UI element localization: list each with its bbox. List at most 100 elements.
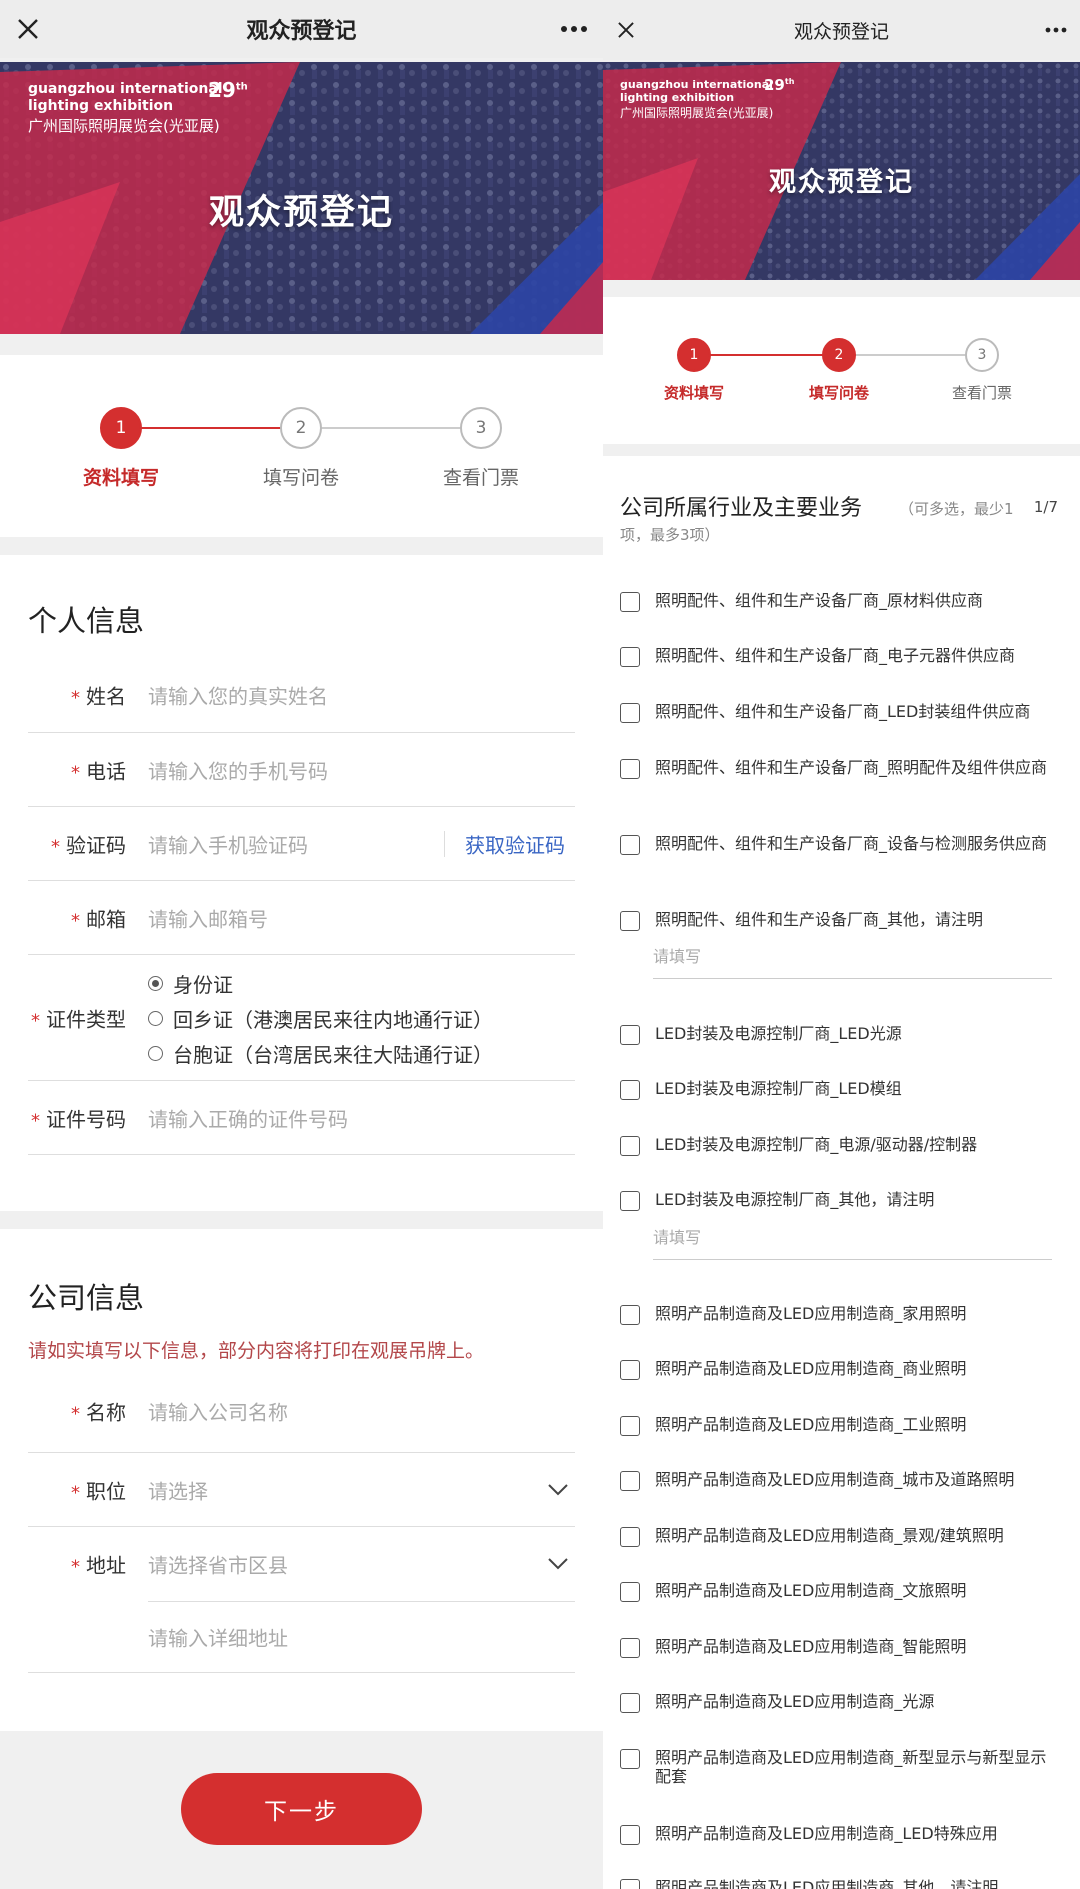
address-detail-input[interactable]: 请输入详细地址 — [148, 1623, 288, 1652]
section-title-personal: 个人信息 — [28, 604, 145, 638]
option-item[interactable]: 照明配件、组件和生产设备厂商_电子元器件供应商 — [620, 646, 1058, 667]
id-type-row: * 证件类型 身份证 回乡证（港澳居民来往内地通行证） 台胞证（台湾居民来往大陆通… — [28, 955, 575, 1081]
question-hint-cont: 项，最多3项） — [620, 526, 720, 544]
step-2: 2 填写问卷 — [809, 338, 869, 403]
option-item[interactable]: 照明配件、组件和生产设备厂商_其他，请注明 — [620, 910, 1058, 931]
id-option-idcard[interactable]: 身份证 — [148, 969, 233, 998]
checkbox-icon[interactable] — [620, 592, 640, 612]
option-item[interactable]: 照明产品制造商及LED应用制造商_景观/建筑照明 — [620, 1526, 1058, 1547]
left-screen: 观众预登记 guangzhou international lighting e… — [0, 0, 603, 1889]
option-item[interactable]: 照明配件、组件和生产设备厂商_LED封装组件供应商 — [620, 702, 1058, 723]
step-1: 1 资料填写 — [664, 338, 724, 403]
checkbox-icon[interactable] — [620, 1191, 640, 1211]
get-code-button[interactable]: 获取验证码 — [465, 829, 565, 858]
checkbox-icon[interactable] — [620, 911, 640, 931]
nav-bar: 观众预登记 — [603, 0, 1080, 60]
step-2: 2 填写问卷 — [263, 407, 339, 490]
code-input[interactable]: 请输入手机验证码 — [148, 829, 308, 858]
name-input[interactable]: 请输入您的真实姓名 — [148, 680, 328, 709]
edition-badge: 29th — [764, 76, 795, 94]
option-item[interactable]: 照明产品制造商及LED应用制造商_新型显示与新型显示配套 — [620, 1748, 1058, 1786]
email-input[interactable]: 请输入邮箱号 — [148, 903, 268, 932]
email-row[interactable]: * 邮箱 请输入邮箱号 — [28, 881, 575, 955]
option-item[interactable]: 照明产品制造商及LED应用制造商_家用照明 — [620, 1304, 1058, 1325]
radio-checked-icon — [148, 976, 163, 991]
checkbox-icon[interactable] — [620, 1025, 640, 1045]
checkbox-icon[interactable] — [620, 1638, 640, 1658]
checkbox-icon[interactable] — [620, 835, 640, 855]
nav-bar: 观众预登记 — [0, 0, 603, 58]
next-step-button[interactable]: 下一步 — [181, 1773, 422, 1845]
step-3: 3 查看门票 — [443, 407, 519, 490]
close-icon[interactable] — [615, 19, 637, 41]
position-row[interactable]: * 职位 请选择 — [28, 1453, 575, 1527]
name-row[interactable]: * 姓名 请输入您的真实姓名 — [28, 657, 575, 733]
more-icon[interactable] — [559, 19, 589, 39]
checkbox-icon[interactable] — [620, 1080, 640, 1100]
step-3: 3 查看门票 — [952, 338, 1012, 403]
option-item[interactable]: LED封装及电源控制厂商_其他，请注明 — [620, 1190, 1058, 1211]
company-name-row[interactable]: * 名称 请输入公司名称 — [28, 1369, 575, 1453]
phone-row[interactable]: * 电话 请输入您的手机号码 — [28, 733, 575, 807]
id-number-input[interactable]: 请输入正确的证件号码 — [148, 1103, 348, 1132]
id-number-row[interactable]: * 证件号码 请输入正确的证件号码 — [28, 1081, 575, 1155]
region-select[interactable]: 请选择省市区县 — [148, 1550, 288, 1579]
checkbox-icon[interactable] — [620, 1879, 640, 1889]
step-line-todo — [321, 427, 461, 429]
other-text-input[interactable]: 请填写 — [653, 1224, 1052, 1260]
checkbox-icon[interactable] — [620, 1749, 640, 1769]
checkbox-icon[interactable] — [620, 647, 640, 667]
checkbox-icon[interactable] — [620, 1136, 640, 1156]
radio-unchecked-icon — [148, 1046, 163, 1061]
other-text-input[interactable]: 请填写 — [653, 943, 1052, 979]
option-item[interactable]: 照明产品制造商及LED应用制造商_LED特殊应用 — [620, 1824, 1058, 1845]
company-name-input[interactable]: 请输入公司名称 — [148, 1396, 288, 1425]
company-hint: 请如实填写以下信息，部分内容将打印在观展吊牌上。 — [28, 1340, 485, 1362]
checkbox-icon[interactable] — [620, 1360, 640, 1380]
option-item[interactable]: LED封装及电源控制厂商_电源/驱动器/控制器 — [620, 1135, 1058, 1156]
checkbox-icon[interactable] — [620, 703, 640, 723]
checkbox-icon[interactable] — [620, 1305, 640, 1325]
close-icon[interactable] — [14, 15, 42, 43]
divider — [148, 1601, 575, 1602]
option-item[interactable]: LED封装及电源控制厂商_LED光源 — [620, 1024, 1058, 1045]
checkbox-icon[interactable] — [620, 1416, 640, 1436]
question-hint: （可多选，最少1 — [899, 500, 1014, 518]
id-option-taiwan[interactable]: 台胞证（台湾居民来往大陆通行证） — [148, 1039, 493, 1068]
divider — [444, 831, 445, 857]
checkbox-icon[interactable] — [620, 759, 640, 779]
option-item[interactable]: 照明配件、组件和生产设备厂商_照明配件及组件供应商 — [620, 758, 1058, 779]
banner: guangzhou international lighting exhibit… — [0, 62, 603, 334]
checkbox-icon[interactable] — [620, 1825, 640, 1845]
phone-input[interactable]: 请输入您的手机号码 — [148, 755, 328, 784]
option-item[interactable]: 照明产品制造商及LED应用制造商_城市及道路照明 — [620, 1470, 1058, 1491]
radio-unchecked-icon — [148, 1011, 163, 1026]
option-item[interactable]: 照明配件、组件和生产设备厂商_原材料供应商 — [620, 591, 1058, 612]
checkbox-icon[interactable] — [620, 1582, 640, 1602]
code-row[interactable]: * 验证码 请输入手机验证码 获取验证码 — [28, 807, 575, 881]
nav-title: 观众预登记 — [246, 19, 357, 44]
nav-title: 观众预登记 — [793, 20, 889, 43]
position-select[interactable]: 请选择 — [148, 1475, 208, 1504]
id-option-hk-macau[interactable]: 回乡证（港澳居民来往内地通行证） — [148, 1004, 493, 1033]
chevron-down-icon[interactable] — [547, 1483, 569, 1497]
address-row: * 地址 请选择省市区县 请输入详细地址 — [28, 1527, 575, 1673]
option-item[interactable]: LED封装及电源控制厂商_LED模组 — [620, 1079, 1058, 1100]
option-item[interactable]: 照明产品制造商及LED应用制造商_文旅照明 — [620, 1581, 1058, 1602]
option-item[interactable]: 照明产品制造商及LED应用制造商_其他，请注明 — [620, 1878, 1058, 1889]
option-item[interactable]: 照明产品制造商及LED应用制造商_光源 — [620, 1692, 1058, 1713]
question-counter: 1/7 — [1033, 498, 1058, 516]
stepper-card: 1 资料填写 2 填写问卷 3 查看门票 — [603, 297, 1080, 444]
checkbox-icon[interactable] — [620, 1471, 640, 1491]
option-item[interactable]: 照明产品制造商及LED应用制造商_智能照明 — [620, 1637, 1058, 1658]
checkbox-icon[interactable] — [620, 1693, 640, 1713]
option-item[interactable]: 照明产品制造商及LED应用制造商_商业照明 — [620, 1359, 1058, 1380]
checkbox-icon[interactable] — [620, 1527, 640, 1547]
option-item[interactable]: 照明配件、组件和生产设备厂商_设备与检测服务供应商 — [620, 834, 1058, 855]
chevron-down-icon[interactable] — [547, 1557, 569, 1571]
option-item[interactable]: 照明产品制造商及LED应用制造商_工业照明 — [620, 1415, 1058, 1436]
banner-title: 观众预登记 — [769, 167, 914, 198]
brand-logo: guangzhou international lighting exhibit… — [28, 81, 223, 135]
banner-title: 观众预登记 — [208, 193, 394, 233]
more-icon[interactable] — [1044, 20, 1068, 40]
